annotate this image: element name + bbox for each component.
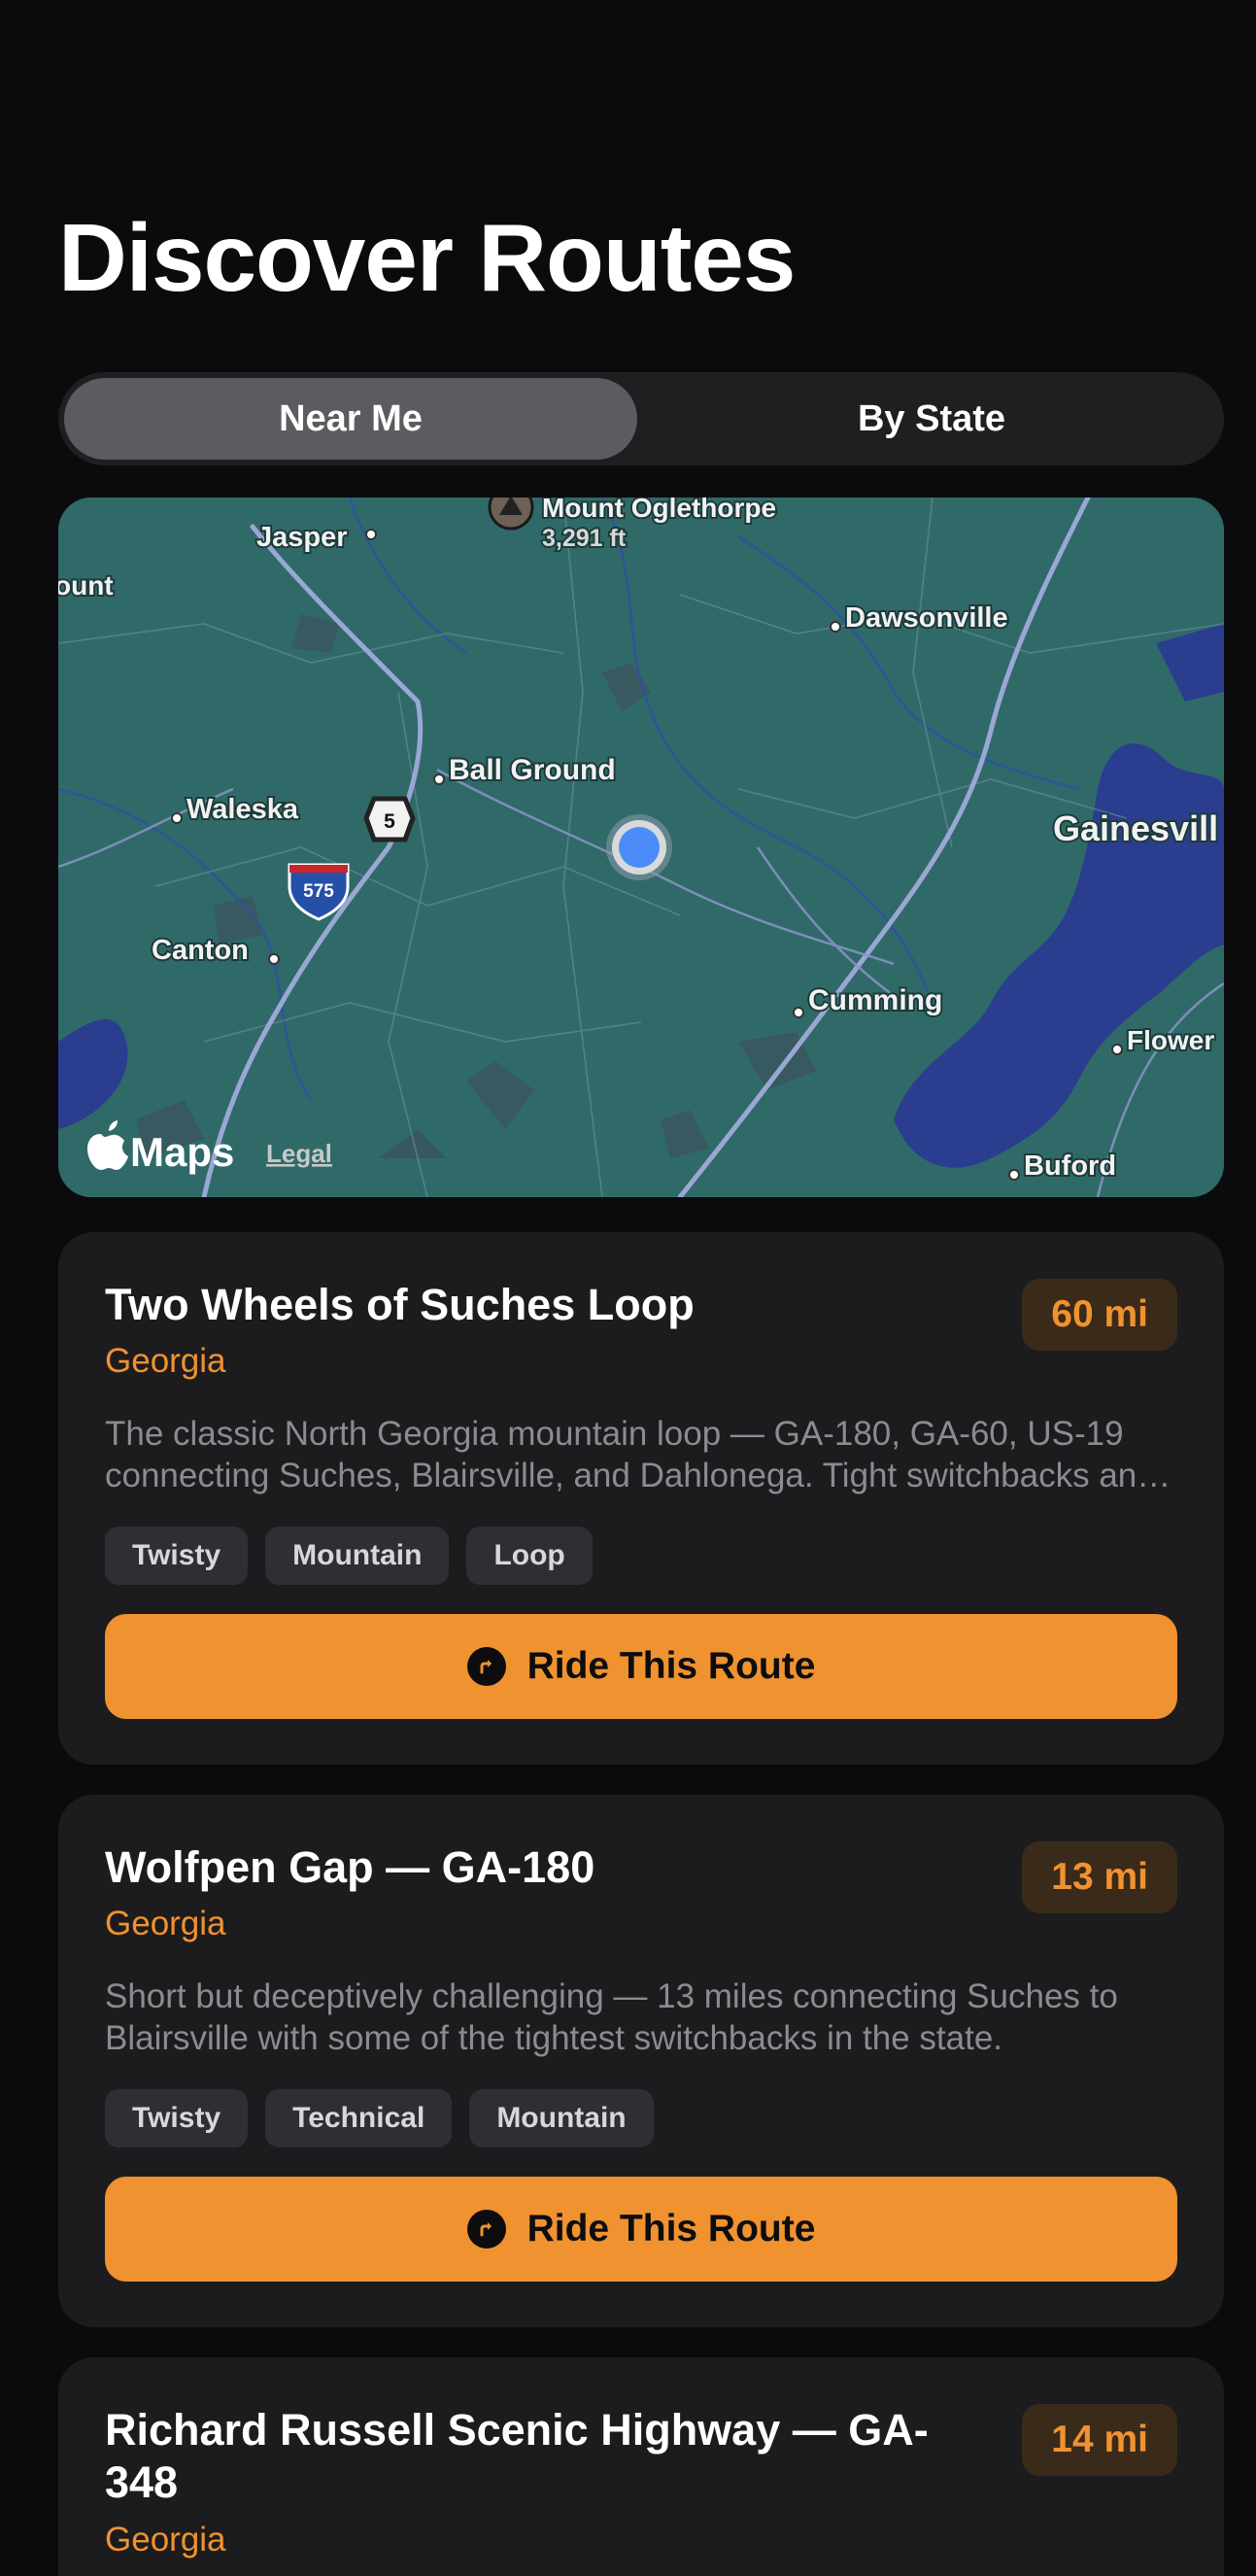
map-label-canton: Canton bbox=[152, 935, 249, 966]
route-tags: Twisty Mountain Loop bbox=[105, 1527, 593, 1585]
mountain-peak-icon bbox=[488, 498, 534, 531]
map-label-left-edge: ount bbox=[58, 570, 114, 601]
map-label-dawsonville: Dawsonville bbox=[845, 602, 1008, 634]
route-card[interactable]: Two Wheels of Suches Loop Georgia 60 mi … bbox=[58, 1232, 1224, 1765]
distance-badge: 14 mi bbox=[1022, 2404, 1177, 2476]
segment-near-me[interactable]: Near Me bbox=[64, 378, 637, 460]
route-title: Wolfpen Gap — GA-180 bbox=[105, 1842, 595, 1892]
route-card[interactable]: Wolfpen Gap — GA-180 Georgia 13 mi Short… bbox=[58, 1795, 1224, 2327]
ride-this-route-button[interactable]: Ride This Route bbox=[105, 1614, 1177, 1719]
maps-brand-label: Maps bbox=[130, 1129, 234, 1175]
map-label-mount: Mount Oglethorpe bbox=[542, 498, 776, 523]
tag-chip: Mountain bbox=[265, 1527, 450, 1585]
route-description: The classic North Georgia mountain loop … bbox=[105, 1415, 1156, 1494]
tag-chip: Twisty bbox=[105, 1527, 249, 1585]
tag-chip: Twisty bbox=[105, 2089, 249, 2147]
map-label-buford: Buford bbox=[1024, 1151, 1116, 1182]
turn-arrow-icon bbox=[466, 2210, 506, 2249]
map-label-ball-ground: Ball Ground bbox=[449, 754, 616, 786]
ride-button-label: Ride This Route bbox=[526, 1645, 816, 1687]
map-label-waleska: Waleska bbox=[187, 794, 299, 825]
map-label-jasper: Jasper bbox=[256, 522, 348, 553]
interstate-575-label: 575 bbox=[303, 881, 334, 902]
route-title: Richard Russell Scenic Highway — GA-348 bbox=[105, 2405, 929, 2507]
map-label-elevation: 3,291 ft bbox=[542, 525, 627, 552]
route-description: Short but deceptively challenging — 13 m… bbox=[105, 1977, 1118, 2057]
current-location-icon[interactable] bbox=[606, 814, 672, 880]
discover-routes-screen: Discover Routes Near Me By State Mount O… bbox=[0, 0, 1256, 2576]
turn-arrow-icon bbox=[466, 1647, 506, 1686]
route-state: Georgia bbox=[105, 2521, 226, 2559]
tag-chip: Technical bbox=[265, 2089, 453, 2147]
map-legal-link[interactable]: Legal bbox=[266, 1139, 332, 1168]
map-label-flowery: Flower bbox=[1127, 1025, 1214, 1055]
ride-button-label: Ride This Route bbox=[526, 2208, 816, 2250]
map-view[interactable]: Mount Oglethorpe 3,291 ft Jasper ount Da… bbox=[58, 498, 1224, 1197]
distance-badge: 13 mi bbox=[1022, 1841, 1177, 1913]
segmented-control: Near Me By State bbox=[58, 372, 1224, 465]
route-tags: Twisty Technical Mountain bbox=[105, 2089, 654, 2147]
route-5-label: 5 bbox=[384, 810, 395, 833]
route-card[interactable]: Richard Russell Scenic Highway — GA-348 … bbox=[58, 2357, 1224, 2576]
distance-badge: 60 mi bbox=[1022, 1279, 1177, 1351]
map-canvas[interactable]: Mount Oglethorpe 3,291 ft Jasper ount Da… bbox=[58, 498, 1224, 1197]
route-title: Two Wheels of Suches Loop bbox=[105, 1280, 695, 1329]
page-title: Discover Routes bbox=[58, 204, 796, 311]
route-state: Georgia bbox=[105, 1905, 226, 1942]
map-label-gainesville: Gainesvill bbox=[1053, 808, 1218, 848]
ride-this-route-button[interactable]: Ride This Route bbox=[105, 2177, 1177, 2282]
route-state: Georgia bbox=[105, 1342, 226, 1380]
segment-by-state[interactable]: By State bbox=[645, 378, 1218, 460]
tag-chip: Mountain bbox=[469, 2089, 654, 2147]
map-label-cumming: Cumming bbox=[808, 984, 942, 1016]
tag-chip: Loop bbox=[466, 1527, 593, 1585]
